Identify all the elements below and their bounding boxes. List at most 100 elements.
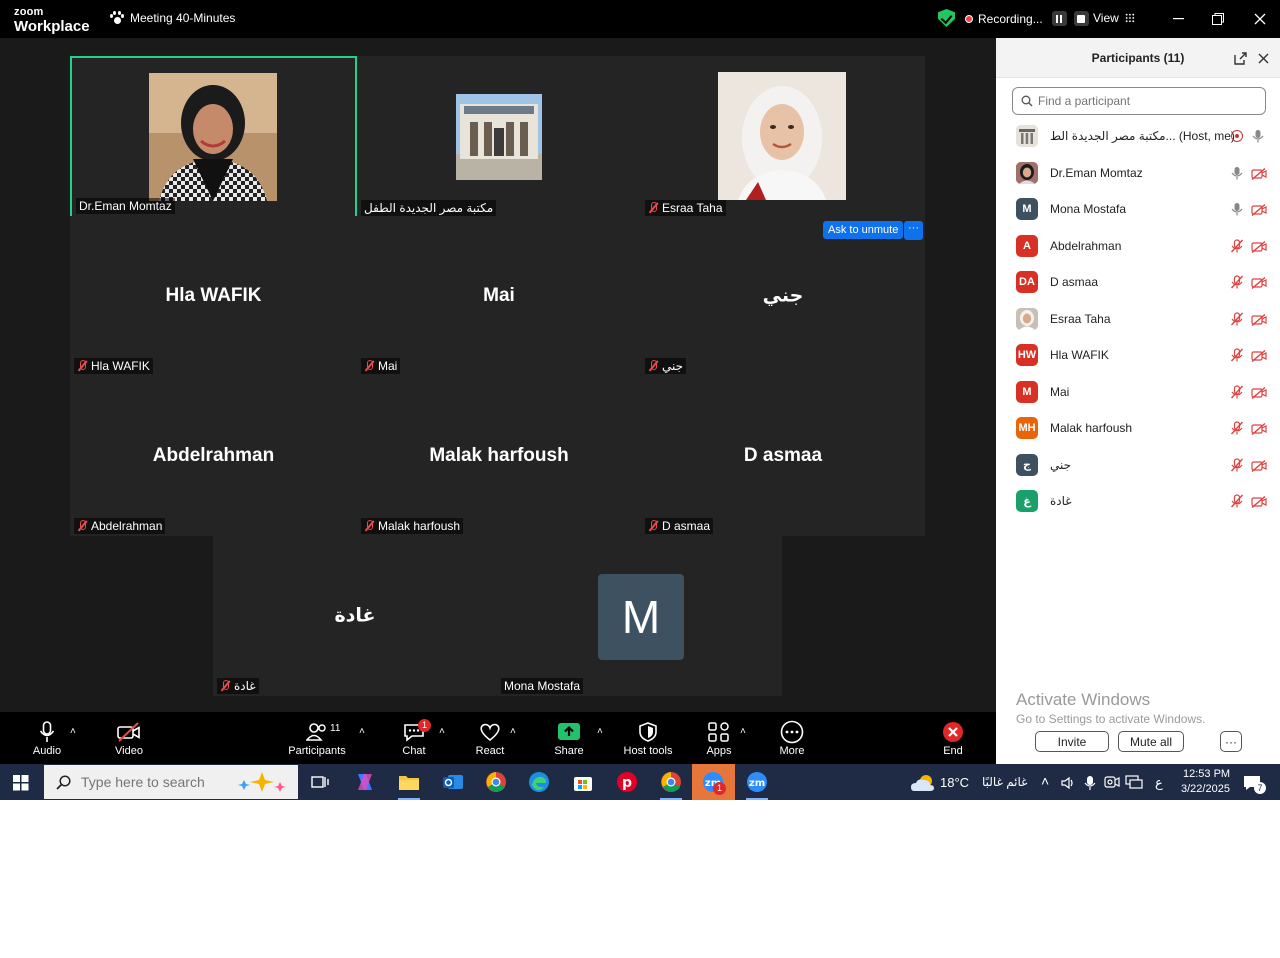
participant-row[interactable]: Esraa Taha	[996, 301, 1280, 338]
mic-icon[interactable]	[1252, 129, 1264, 143]
host-tools-button[interactable]: Host tools	[620, 719, 676, 757]
mic-muted-icon[interactable]	[1230, 385, 1244, 399]
apps-button[interactable]: Apps	[704, 719, 734, 757]
video-tile[interactable]: Malak harfoush Malak harfoush	[357, 376, 641, 536]
task-view-button[interactable]	[306, 768, 334, 796]
video-off-icon[interactable]	[1251, 167, 1267, 180]
participant-row[interactable]: M Mai	[996, 374, 1280, 411]
mic-muted-icon[interactable]	[1230, 275, 1244, 289]
video-tile[interactable]: Hla WAFIK Hla WAFIK	[70, 216, 357, 376]
taskbar-copilot[interactable]	[351, 768, 379, 796]
participant-row[interactable]: HW Hla WAFIK	[996, 337, 1280, 374]
chat-options-caret[interactable]: ˄	[439, 726, 445, 737]
share-options-caret[interactable]: ˄	[597, 726, 603, 737]
weather-cloud-icon[interactable]	[910, 773, 936, 793]
video-off-icon[interactable]	[1251, 349, 1267, 363]
taskbar-edge[interactable]	[525, 768, 553, 796]
mic-muted-icon[interactable]	[1230, 348, 1244, 362]
mic-muted-icon[interactable]	[1230, 458, 1244, 472]
meeting-info[interactable]: Meeting 40-Minutes	[110, 11, 235, 25]
video-tile[interactable]: D asmaa D asmaa	[641, 376, 925, 536]
share-button[interactable]: Share	[552, 719, 586, 757]
participant-row[interactable]: M Mona Mostafa	[996, 191, 1280, 228]
taskbar-outlook[interactable]	[439, 768, 467, 796]
video-button[interactable]: Video	[110, 719, 148, 757]
participant-row[interactable]: ج جني	[996, 447, 1280, 484]
ask-to-unmute-button[interactable]: Ask to unmute	[823, 221, 904, 239]
tray-microphone-icon[interactable]	[1084, 775, 1096, 791]
react-options-caret[interactable]: ˄	[510, 726, 516, 737]
panel-more-button[interactable]: ···	[1220, 731, 1242, 752]
pop-out-icon[interactable]	[1234, 52, 1247, 65]
participant-row[interactable]: غ غادة	[996, 483, 1280, 520]
video-off-icon[interactable]	[1251, 203, 1267, 217]
mic-muted-icon[interactable]	[1230, 421, 1244, 435]
video-tile[interactable]: جني جني	[641, 216, 925, 376]
clock-time[interactable]: 12:53 PM	[1183, 768, 1230, 780]
video-tile[interactable]: Dr.Eman Momtaz	[70, 56, 357, 218]
input-language[interactable]: ع	[1155, 775, 1163, 791]
close-panel-icon[interactable]	[1258, 53, 1269, 64]
participant-row[interactable]: مكتبة مصر الجديدة الط... (Host, me)	[996, 118, 1280, 155]
video-tile[interactable]: غادة غادة	[213, 536, 497, 696]
speaker-icon[interactable]	[1061, 776, 1075, 790]
taskbar-pinterest[interactable]: p	[613, 768, 641, 796]
taskbar-chrome[interactable]	[482, 768, 510, 796]
mute-all-button[interactable]: Mute all	[1118, 731, 1184, 752]
taskbar-zoom[interactable]: zm	[743, 768, 771, 796]
video-off-icon[interactable]	[1251, 240, 1267, 253]
view-button[interactable]: View	[1093, 11, 1135, 25]
encryption-shield-icon[interactable]	[938, 9, 955, 27]
video-tile[interactable]: مكتبة مصر الجديدة الطفل	[357, 56, 641, 218]
taskbar-file-explorer[interactable]	[395, 768, 423, 796]
tray-camera-icon[interactable]	[1104, 775, 1120, 789]
taskbar-chrome-active[interactable]	[657, 768, 685, 796]
close-window-button[interactable]	[1248, 8, 1272, 30]
mic-muted-icon[interactable]	[1230, 494, 1244, 508]
invite-button[interactable]: Invite	[1035, 731, 1109, 752]
taskbar-search-input[interactable]	[81, 774, 231, 790]
video-tile[interactable]: Mai Mai	[357, 216, 641, 376]
stop-recording-button[interactable]	[1073, 11, 1089, 26]
weather-description[interactable]: غائم غالبًا	[982, 775, 1027, 789]
participants-options-caret[interactable]: ˄	[359, 726, 365, 737]
participant-search[interactable]	[1012, 87, 1266, 115]
video-off-icon[interactable]	[1251, 313, 1267, 326]
mic-muted-icon[interactable]	[1230, 239, 1244, 253]
participant-row[interactable]: A Abdelrahman	[996, 228, 1280, 265]
video-tile[interactable]: M Mona Mostafa	[497, 536, 782, 696]
participants-button[interactable]: 11 Participants	[286, 719, 348, 757]
tile-more-button[interactable]: ···	[904, 221, 923, 240]
participant-row[interactable]: MH Malak harfoush	[996, 410, 1280, 447]
taskbar-store[interactable]	[569, 768, 597, 796]
taskbar-search[interactable]	[44, 765, 298, 799]
tray-overflow-chevron-icon[interactable]: ˄	[1041, 773, 1049, 789]
video-off-icon[interactable]	[1251, 386, 1267, 399]
minimize-button[interactable]	[1166, 8, 1190, 30]
pause-recording-button[interactable]	[1051, 11, 1067, 26]
audio-options-caret[interactable]: ˄	[70, 726, 76, 737]
more-button[interactable]: More	[776, 719, 808, 757]
weather-temperature[interactable]: 18°C	[940, 775, 969, 790]
participant-row[interactable]: DA D asmaa	[996, 264, 1280, 301]
network-icon[interactable]	[1125, 775, 1143, 789]
react-button[interactable]: React	[474, 719, 506, 757]
restore-button[interactable]	[1206, 8, 1230, 30]
video-off-icon[interactable]	[1251, 459, 1267, 472]
clock-date[interactable]: 3/22/2025	[1181, 783, 1230, 795]
video-tile[interactable]: Abdelrahman Abdelrahman	[70, 376, 357, 536]
mic-icon[interactable]	[1231, 202, 1243, 216]
search-input[interactable]	[1038, 94, 1248, 108]
video-off-icon[interactable]	[1251, 276, 1267, 290]
video-tile[interactable]: Esraa Taha	[641, 56, 925, 218]
participant-row[interactable]: Dr.Eman Momtaz	[996, 155, 1280, 192]
mic-icon[interactable]	[1231, 166, 1243, 180]
video-off-icon[interactable]	[1251, 495, 1267, 509]
video-off-icon[interactable]	[1251, 422, 1267, 436]
end-meeting-button[interactable]: End	[937, 719, 969, 757]
mic-muted-icon[interactable]	[1230, 312, 1244, 326]
windows-start-icon[interactable]	[13, 775, 29, 791]
taskbar-zoom-highlighted[interactable]: zm 1	[692, 764, 735, 800]
apps-options-caret[interactable]: ˄	[740, 726, 746, 737]
audio-button[interactable]: Audio	[30, 719, 64, 757]
